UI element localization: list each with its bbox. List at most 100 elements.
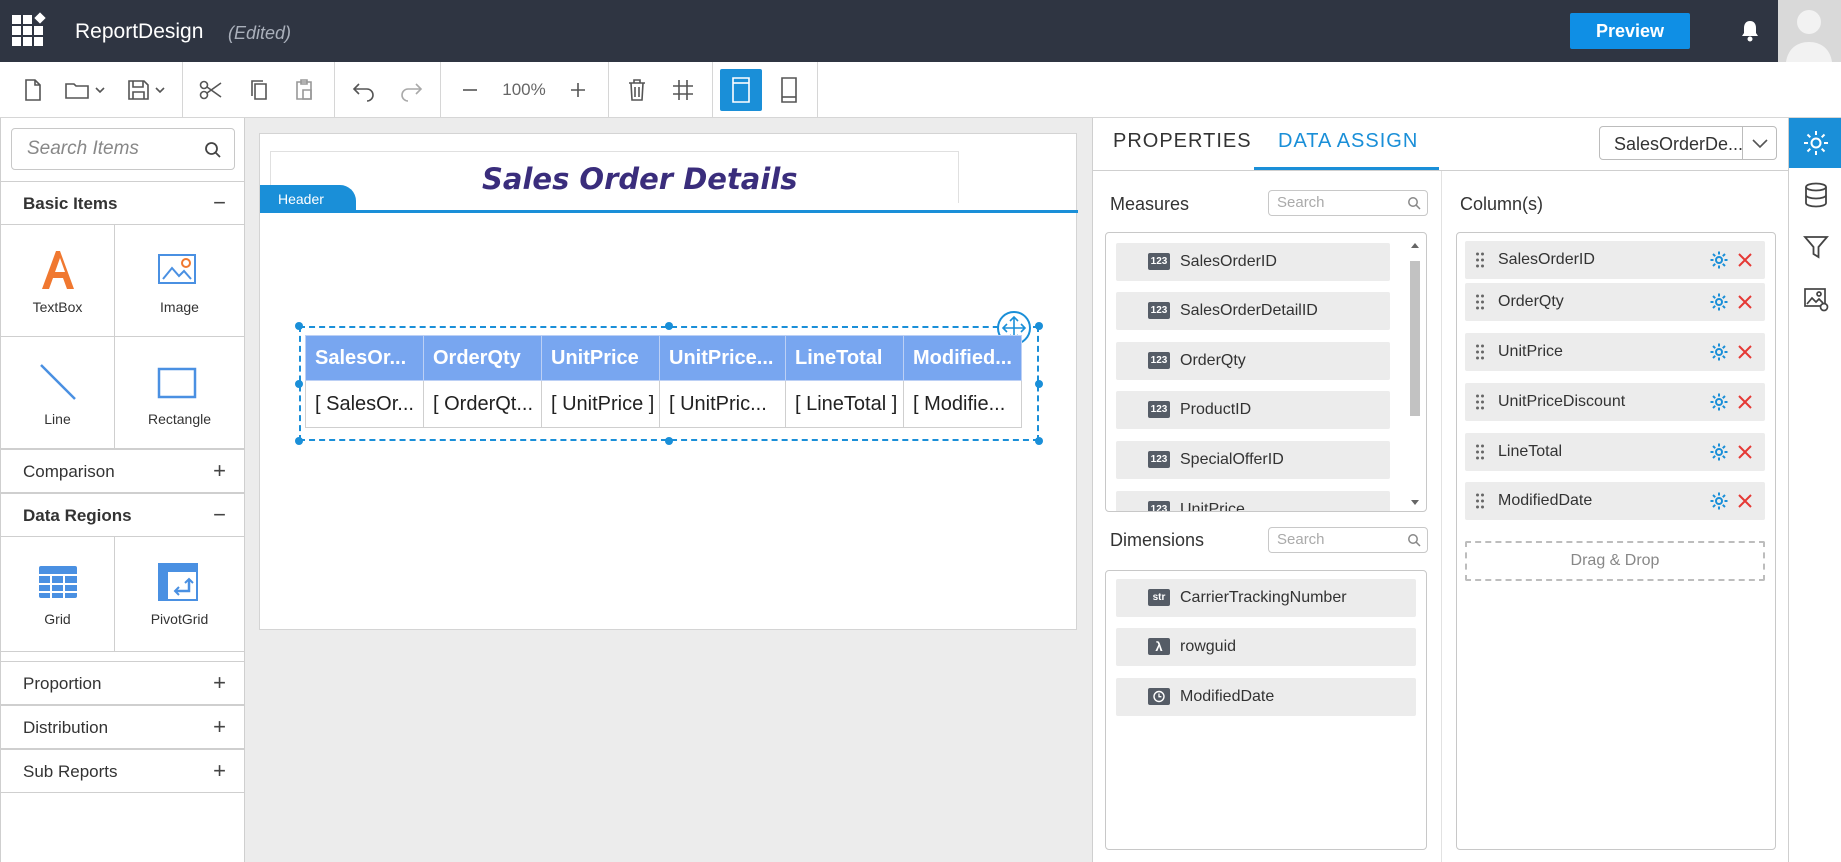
- drag-handle-icon[interactable]: [1475, 250, 1485, 270]
- chevron-down-icon[interactable]: [1742, 127, 1776, 159]
- image-settings-icon[interactable]: [1789, 274, 1841, 324]
- gear-icon[interactable]: [1709, 342, 1729, 362]
- measure-item[interactable]: 123 ProductID: [1116, 391, 1390, 429]
- search-icon[interactable]: [1407, 533, 1421, 552]
- search-items-box[interactable]: [11, 128, 235, 170]
- settings-gear-icon[interactable]: [1789, 118, 1841, 168]
- gear-icon[interactable]: [1709, 442, 1729, 462]
- new-file-icon[interactable]: [18, 74, 48, 106]
- zoom-in-icon[interactable]: [563, 74, 593, 106]
- report-page[interactable]: Sales Order Details Header SalesOr... Or…: [259, 133, 1078, 630]
- dimensions-search[interactable]: [1268, 527, 1428, 553]
- close-icon[interactable]: [1735, 491, 1755, 511]
- item-pivotgrid[interactable]: PivotGrid: [115, 537, 244, 652]
- dimension-item[interactable]: λ rowguid: [1116, 628, 1416, 666]
- header-tab[interactable]: Header: [260, 185, 356, 213]
- expand-icon[interactable]: +: [213, 458, 226, 484]
- gear-icon[interactable]: [1709, 292, 1729, 312]
- drag-handle-icon[interactable]: [1475, 442, 1485, 462]
- column-item[interactable]: LineTotal: [1465, 433, 1765, 471]
- column-item[interactable]: ModifiedDate: [1465, 482, 1765, 520]
- section-data-regions[interactable]: Data Regions −: [1, 493, 244, 537]
- expand-icon[interactable]: +: [213, 670, 226, 696]
- user-avatar[interactable]: [1778, 0, 1841, 62]
- report-title[interactable]: Sales Order Details: [482, 162, 798, 196]
- grid-data-cell[interactable]: [ OrderQt...: [423, 380, 542, 428]
- copy-icon[interactable]: [244, 74, 274, 106]
- paste-icon[interactable]: [289, 74, 319, 106]
- close-icon[interactable]: [1735, 342, 1755, 362]
- grid-header-cell[interactable]: OrderQty: [423, 335, 542, 381]
- close-icon[interactable]: [1735, 442, 1755, 462]
- section-sub-reports[interactable]: Sub Reports +: [1, 749, 244, 793]
- data-grid[interactable]: SalesOr... OrderQty UnitPrice UnitPrice.…: [305, 335, 1022, 428]
- search-items-input[interactable]: [27, 138, 197, 160]
- grid-data-cell[interactable]: [ UnitPric...: [659, 380, 786, 428]
- grid-data-cell[interactable]: [ UnitPrice ]: [541, 380, 660, 428]
- save-icon[interactable]: [124, 74, 170, 106]
- measure-item[interactable]: 123 OrderQty: [1116, 342, 1390, 380]
- item-image[interactable]: Image: [115, 225, 244, 337]
- column-item[interactable]: OrderQty: [1465, 283, 1765, 321]
- grid-header-cell[interactable]: Modified...: [903, 335, 1022, 381]
- section-proportion[interactable]: Proportion +: [1, 661, 244, 705]
- redo-icon[interactable]: [396, 74, 426, 106]
- drag-handle-icon[interactable]: [1475, 491, 1485, 511]
- search-icon[interactable]: [1407, 196, 1421, 215]
- preview-button[interactable]: Preview: [1570, 13, 1690, 49]
- tab-data-assign[interactable]: DATA ASSIGN: [1254, 130, 1439, 170]
- resize-handle[interactable]: [1035, 322, 1043, 330]
- measure-item[interactable]: 123 SpecialOfferID: [1116, 441, 1390, 479]
- measures-scrollbar[interactable]: [1408, 239, 1422, 509]
- dataset-select[interactable]: SalesOrderDe...: [1599, 126, 1777, 160]
- grid-header-cell[interactable]: SalesOr...: [305, 335, 424, 381]
- measures-search-input[interactable]: [1277, 194, 1397, 211]
- close-icon[interactable]: [1735, 392, 1755, 412]
- drag-drop-zone[interactable]: Drag & Drop: [1465, 541, 1765, 581]
- section-basic-items[interactable]: Basic Items −: [1, 181, 244, 225]
- grid-header-cell[interactable]: LineTotal: [785, 335, 904, 381]
- column-item[interactable]: UnitPrice: [1465, 333, 1765, 371]
- measure-item[interactable]: 123 UnitPrice: [1116, 491, 1390, 511]
- tab-properties[interactable]: PROPERTIES: [1113, 130, 1252, 170]
- resize-handle[interactable]: [665, 322, 673, 330]
- measure-item[interactable]: 123 SalesOrderID: [1116, 243, 1390, 281]
- column-item[interactable]: UnitPriceDiscount: [1465, 383, 1765, 421]
- search-icon[interactable]: [204, 141, 222, 164]
- scroll-thumb[interactable]: [1410, 261, 1420, 416]
- item-textbox[interactable]: TextBox: [1, 225, 115, 337]
- desktop-layout-icon[interactable]: [720, 69, 762, 111]
- resize-handle[interactable]: [295, 322, 303, 330]
- resize-handle[interactable]: [1035, 437, 1043, 445]
- column-item[interactable]: SalesOrderID: [1465, 241, 1765, 279]
- grid-data-cell[interactable]: [ LineTotal ]: [785, 380, 904, 428]
- collapse-icon[interactable]: −: [213, 190, 226, 216]
- expand-icon[interactable]: +: [213, 758, 226, 784]
- dimensions-list[interactable]: str CarrierTrackingNumber λ rowguid Modi…: [1105, 570, 1427, 850]
- zoom-out-icon[interactable]: [455, 74, 485, 106]
- dimension-item[interactable]: str CarrierTrackingNumber: [1116, 579, 1416, 617]
- dimensions-search-input[interactable]: [1277, 531, 1397, 548]
- expand-icon[interactable]: +: [213, 714, 226, 740]
- database-icon[interactable]: [1789, 170, 1841, 220]
- gear-icon[interactable]: [1709, 491, 1729, 511]
- resize-handle[interactable]: [665, 437, 673, 445]
- undo-icon[interactable]: [349, 74, 379, 106]
- columns-list[interactable]: SalesOrderID OrderQty UnitPrice UnitPric…: [1456, 232, 1776, 850]
- open-folder-icon[interactable]: [62, 74, 108, 106]
- grid-data-cell[interactable]: [ Modifie...: [903, 380, 1022, 428]
- close-icon[interactable]: [1735, 250, 1755, 270]
- grid-data-cell[interactable]: [ SalesOr...: [305, 380, 424, 428]
- item-line[interactable]: Line: [1, 337, 115, 449]
- item-grid[interactable]: Grid: [1, 537, 115, 652]
- collapse-icon[interactable]: −: [213, 502, 226, 528]
- app-launcher-icon[interactable]: [12, 12, 52, 51]
- gear-icon[interactable]: [1709, 250, 1729, 270]
- design-canvas[interactable]: Sales Order Details Header SalesOr... Or…: [245, 118, 1092, 862]
- gear-icon[interactable]: [1709, 392, 1729, 412]
- mobile-layout-icon[interactable]: [774, 74, 804, 106]
- resize-handle[interactable]: [295, 380, 303, 388]
- drag-handle-icon[interactable]: [1475, 292, 1485, 312]
- grid-header-cell[interactable]: UnitPrice...: [659, 335, 786, 381]
- measure-item[interactable]: 123 SalesOrderDetailID: [1116, 292, 1390, 330]
